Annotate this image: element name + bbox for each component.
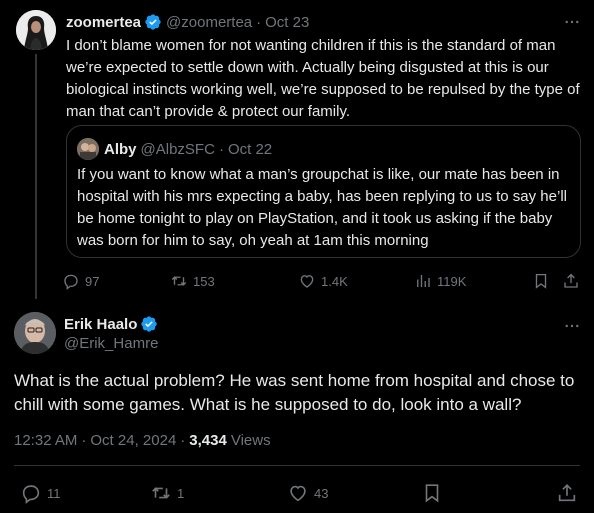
quote-date: Oct 22 <box>227 140 273 158</box>
quote-display-name: Alby <box>104 140 137 158</box>
tweet2-display-name[interactable]: Erik Haalo <box>64 316 137 333</box>
share-icon <box>558 484 576 502</box>
tweet2-meta: 12:32 AM · Oct 24, 2024 · 3,434 Views <box>14 432 271 449</box>
divider <box>14 465 580 466</box>
views-icon <box>417 275 430 287</box>
dot-separator: · <box>256 13 262 31</box>
tweet2-views-count: 3,434 <box>189 432 227 449</box>
more-icon[interactable] <box>560 12 584 32</box>
thread-connector-line <box>35 54 37 299</box>
bookmark-icon <box>535 273 547 289</box>
share-icon <box>564 273 578 288</box>
quote-header: Alby @AlbzSFC · Oct 22 <box>104 139 272 159</box>
tweet2-action-bar: 11 1 43 <box>14 480 580 506</box>
share-button[interactable] <box>562 272 580 290</box>
repost-icon <box>152 487 170 499</box>
tweet2-header: Erik Haalo <box>64 314 158 334</box>
reply-icon <box>22 485 40 504</box>
avatar-erik-haalo[interactable] <box>14 312 56 354</box>
share-button[interactable] <box>556 482 578 504</box>
avatar-zoomertea[interactable] <box>16 10 56 50</box>
tweet2-views-label: Views <box>230 432 271 449</box>
repost-icon <box>171 276 187 286</box>
like-button[interactable]: 43 <box>287 482 328 504</box>
dot-separator: · <box>180 432 186 449</box>
reply-count: 97 <box>85 273 100 289</box>
quoted-tweet-card[interactable]: Alby @AlbzSFC · Oct 22 If you want to kn… <box>66 125 581 258</box>
like-icon <box>300 275 314 288</box>
like-count: 43 <box>314 485 329 501</box>
views-button[interactable]: 119K <box>414 272 466 290</box>
bookmark-icon <box>425 484 439 503</box>
verified-badge-icon <box>140 315 158 333</box>
tweet2-time[interactable]: 12:32 AM <box>14 432 77 449</box>
tweet2-date[interactable]: Oct 24, 2024 <box>90 432 176 449</box>
tweet1-header: zoomertea @zoomertea · Oct 23 <box>66 12 309 32</box>
reply-button[interactable]: 11 <box>20 482 61 504</box>
quote-text: If you want to know what a man’s groupch… <box>77 166 567 249</box>
repost-count: 1 <box>177 485 185 501</box>
repost-button[interactable]: 1 <box>150 482 184 504</box>
repost-button[interactable]: 153 <box>170 272 215 290</box>
tweet1-handle[interactable]: @zoomertea <box>166 14 252 31</box>
avatar-alby <box>77 138 99 160</box>
dot-separator: · <box>81 432 87 449</box>
like-icon <box>290 485 306 502</box>
tweet2-handle[interactable]: @Erik_Hamre <box>64 335 158 352</box>
views-count: 119K <box>437 273 467 289</box>
reply-icon <box>64 274 78 290</box>
reply-count: 11 <box>47 485 61 501</box>
reply-button[interactable]: 97 <box>62 272 99 290</box>
verified-badge-icon <box>144 13 162 31</box>
more-icon[interactable] <box>560 316 584 336</box>
bookmark-button[interactable] <box>532 272 550 290</box>
like-button[interactable]: 1.4K <box>298 272 348 290</box>
bookmark-button[interactable] <box>421 482 443 504</box>
repost-count: 153 <box>193 273 215 289</box>
tweet2-text: What is the actual problem? He was sent … <box>14 371 575 414</box>
tweet1-display-name[interactable]: zoomertea <box>66 14 141 31</box>
tweet1-date[interactable]: Oct 23 <box>265 14 309 31</box>
tweet1-action-bar: 97 153 1.4K 119K <box>62 270 582 292</box>
dot-separator: · <box>218 140 224 158</box>
tweet1-text: I don’t blame women for not wanting chil… <box>66 37 580 120</box>
like-count: 1.4K <box>321 273 348 289</box>
quote-handle: @AlbzSFC <box>140 140 215 158</box>
